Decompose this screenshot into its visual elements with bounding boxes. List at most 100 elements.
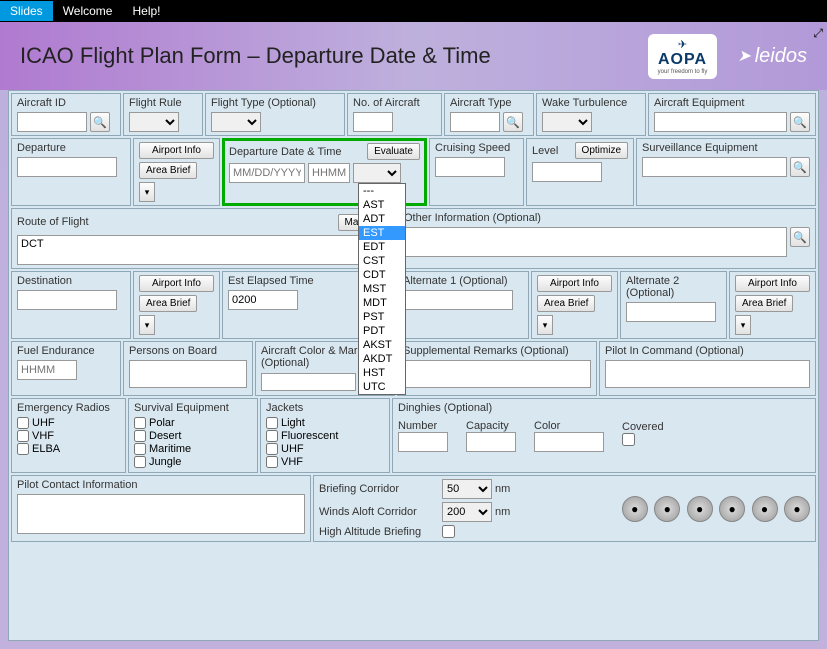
optimize-button[interactable]: Optimize (575, 142, 628, 159)
dinghy-color-input[interactable] (534, 432, 604, 452)
timezone-option[interactable]: AKDT (359, 352, 405, 366)
alt2-area-brief-button[interactable]: Area Brief (735, 295, 793, 312)
cruising-label: Cruising Speed (435, 142, 518, 154)
alt1-area-brief-button[interactable]: Area Brief (537, 295, 595, 312)
topbar: Slides Welcome Help! (0, 0, 827, 22)
est-elapsed-input[interactable] (228, 290, 298, 310)
jacket-checkbox[interactable] (266, 456, 278, 468)
evaluate-button[interactable]: Evaluate (367, 143, 420, 160)
dest-airport-info-button[interactable]: Airport Info (139, 275, 214, 292)
timezone-select[interactable] (353, 163, 401, 183)
timezone-option[interactable]: --- (359, 184, 405, 198)
alt1-input[interactable] (403, 290, 513, 310)
wake-label: Wake Turbulence (542, 97, 640, 109)
aircraft-type-input[interactable] (450, 112, 500, 132)
dinghy-covered-checkbox[interactable] (622, 433, 635, 446)
circle-button-3[interactable]: ● (687, 496, 713, 522)
no-aircraft-input[interactable] (353, 112, 393, 132)
aircraft-id-label: Aircraft ID (17, 97, 115, 109)
circle-button-4[interactable]: ● (719, 496, 745, 522)
dinghy-number-input[interactable] (398, 432, 448, 452)
aircraft-id-search-icon[interactable]: 🔍 (90, 112, 110, 132)
timezone-option[interactable]: MDT (359, 296, 405, 310)
high-alt-checkbox[interactable] (442, 525, 455, 538)
circle-button-2[interactable]: ● (654, 496, 680, 522)
jacket-checkbox[interactable] (266, 443, 278, 455)
timezone-option[interactable]: EST (359, 226, 405, 240)
aircraft-type-search-icon[interactable]: 🔍 (503, 112, 523, 132)
alt2-area-brief-dropdown-icon[interactable]: ▾ (735, 315, 751, 335)
tab-slides[interactable]: Slides (0, 1, 53, 21)
aircraft-id-input[interactable] (17, 112, 87, 132)
briefing-select[interactable]: 50 (442, 479, 492, 499)
timezone-option[interactable]: ADT (359, 212, 405, 226)
tab-help[interactable]: Help! (122, 1, 170, 21)
emergency-radio-label: ELBA (32, 443, 60, 455)
emergency-radio-checkbox[interactable] (17, 417, 29, 429)
timezone-option[interactable]: MST (359, 282, 405, 296)
level-input[interactable] (532, 162, 602, 182)
survival-checkbox[interactable] (134, 430, 146, 442)
dep-date-input[interactable] (229, 163, 305, 183)
circle-button-6[interactable]: ● (784, 496, 810, 522)
departure-input[interactable] (17, 157, 117, 177)
emergency-radio-checkbox[interactable] (17, 430, 29, 442)
survival-checkbox[interactable] (134, 443, 146, 455)
pilot-textarea[interactable] (605, 360, 810, 388)
timezone-option[interactable]: EDT (359, 240, 405, 254)
dep-time-input[interactable] (308, 163, 350, 183)
dinghy-capacity-input[interactable] (466, 432, 516, 452)
circle-button-5[interactable]: ● (752, 496, 778, 522)
survival-checkbox[interactable] (134, 417, 146, 429)
route-textarea[interactable]: DCT (17, 235, 390, 265)
tab-welcome[interactable]: Welcome (53, 1, 123, 21)
survival-label: Polar (149, 417, 175, 429)
alt2-label: Alternate 2 (Optional) (626, 275, 721, 299)
survival-checkbox[interactable] (134, 456, 146, 468)
area-brief-dropdown-icon[interactable]: ▾ (139, 182, 155, 202)
wake-select[interactable] (542, 112, 592, 132)
equipment-input[interactable] (654, 112, 787, 132)
timezone-option[interactable]: PST (359, 310, 405, 324)
equipment-search-icon[interactable]: 🔍 (790, 112, 810, 132)
timezone-option[interactable]: UTC (359, 380, 405, 394)
jacket-checkbox[interactable] (266, 430, 278, 442)
destination-input[interactable] (17, 290, 117, 310)
timezone-option[interactable]: CDT (359, 268, 405, 282)
other-info-search-icon[interactable]: 🔍 (790, 227, 810, 247)
surveillance-search-icon[interactable]: 🔍 (790, 157, 810, 177)
airport-info-button[interactable]: Airport Info (139, 142, 214, 159)
emergency-radio-checkbox[interactable] (17, 443, 29, 455)
jacket-checkbox[interactable] (266, 417, 278, 429)
timezone-option[interactable]: HST (359, 366, 405, 380)
dinghies-label: Dinghies (Optional) (398, 402, 810, 414)
circle-button-1[interactable]: ● (622, 496, 648, 522)
persons-textarea[interactable] (129, 360, 247, 388)
alt2-airport-info-button[interactable]: Airport Info (735, 275, 810, 292)
other-info-textarea[interactable] (404, 227, 787, 257)
action-buttons: ● ● ● ● ● ● (620, 496, 810, 522)
fuel-label: Fuel Endurance (17, 345, 115, 357)
timezone-option[interactable]: AKST (359, 338, 405, 352)
jackets-label: Jackets (266, 402, 384, 414)
fuel-input[interactable] (17, 360, 77, 380)
flight-rule-select[interactable] (129, 112, 179, 132)
timezone-option[interactable]: PDT (359, 324, 405, 338)
area-brief-button[interactable]: Area Brief (139, 162, 197, 179)
winds-select[interactable]: 200 (442, 502, 492, 522)
remarks-label: Supplemental Remarks (Optional) (403, 345, 591, 357)
dest-area-brief-button[interactable]: Area Brief (139, 295, 197, 312)
expand-icon[interactable]: ⤢ (813, 26, 823, 41)
surveillance-input[interactable] (642, 157, 787, 177)
contact-textarea[interactable] (17, 494, 305, 534)
remarks-textarea[interactable] (403, 360, 591, 388)
alt2-input[interactable] (626, 302, 716, 322)
cruising-input[interactable] (435, 157, 505, 177)
dest-area-brief-dropdown-icon[interactable]: ▾ (139, 315, 155, 335)
alt1-area-brief-dropdown-icon[interactable]: ▾ (537, 315, 553, 335)
alt1-airport-info-button[interactable]: Airport Info (537, 275, 612, 292)
flight-type-select[interactable] (211, 112, 261, 132)
timezone-option[interactable]: AST (359, 198, 405, 212)
timezone-option[interactable]: CST (359, 254, 405, 268)
color-textarea[interactable] (261, 373, 356, 391)
